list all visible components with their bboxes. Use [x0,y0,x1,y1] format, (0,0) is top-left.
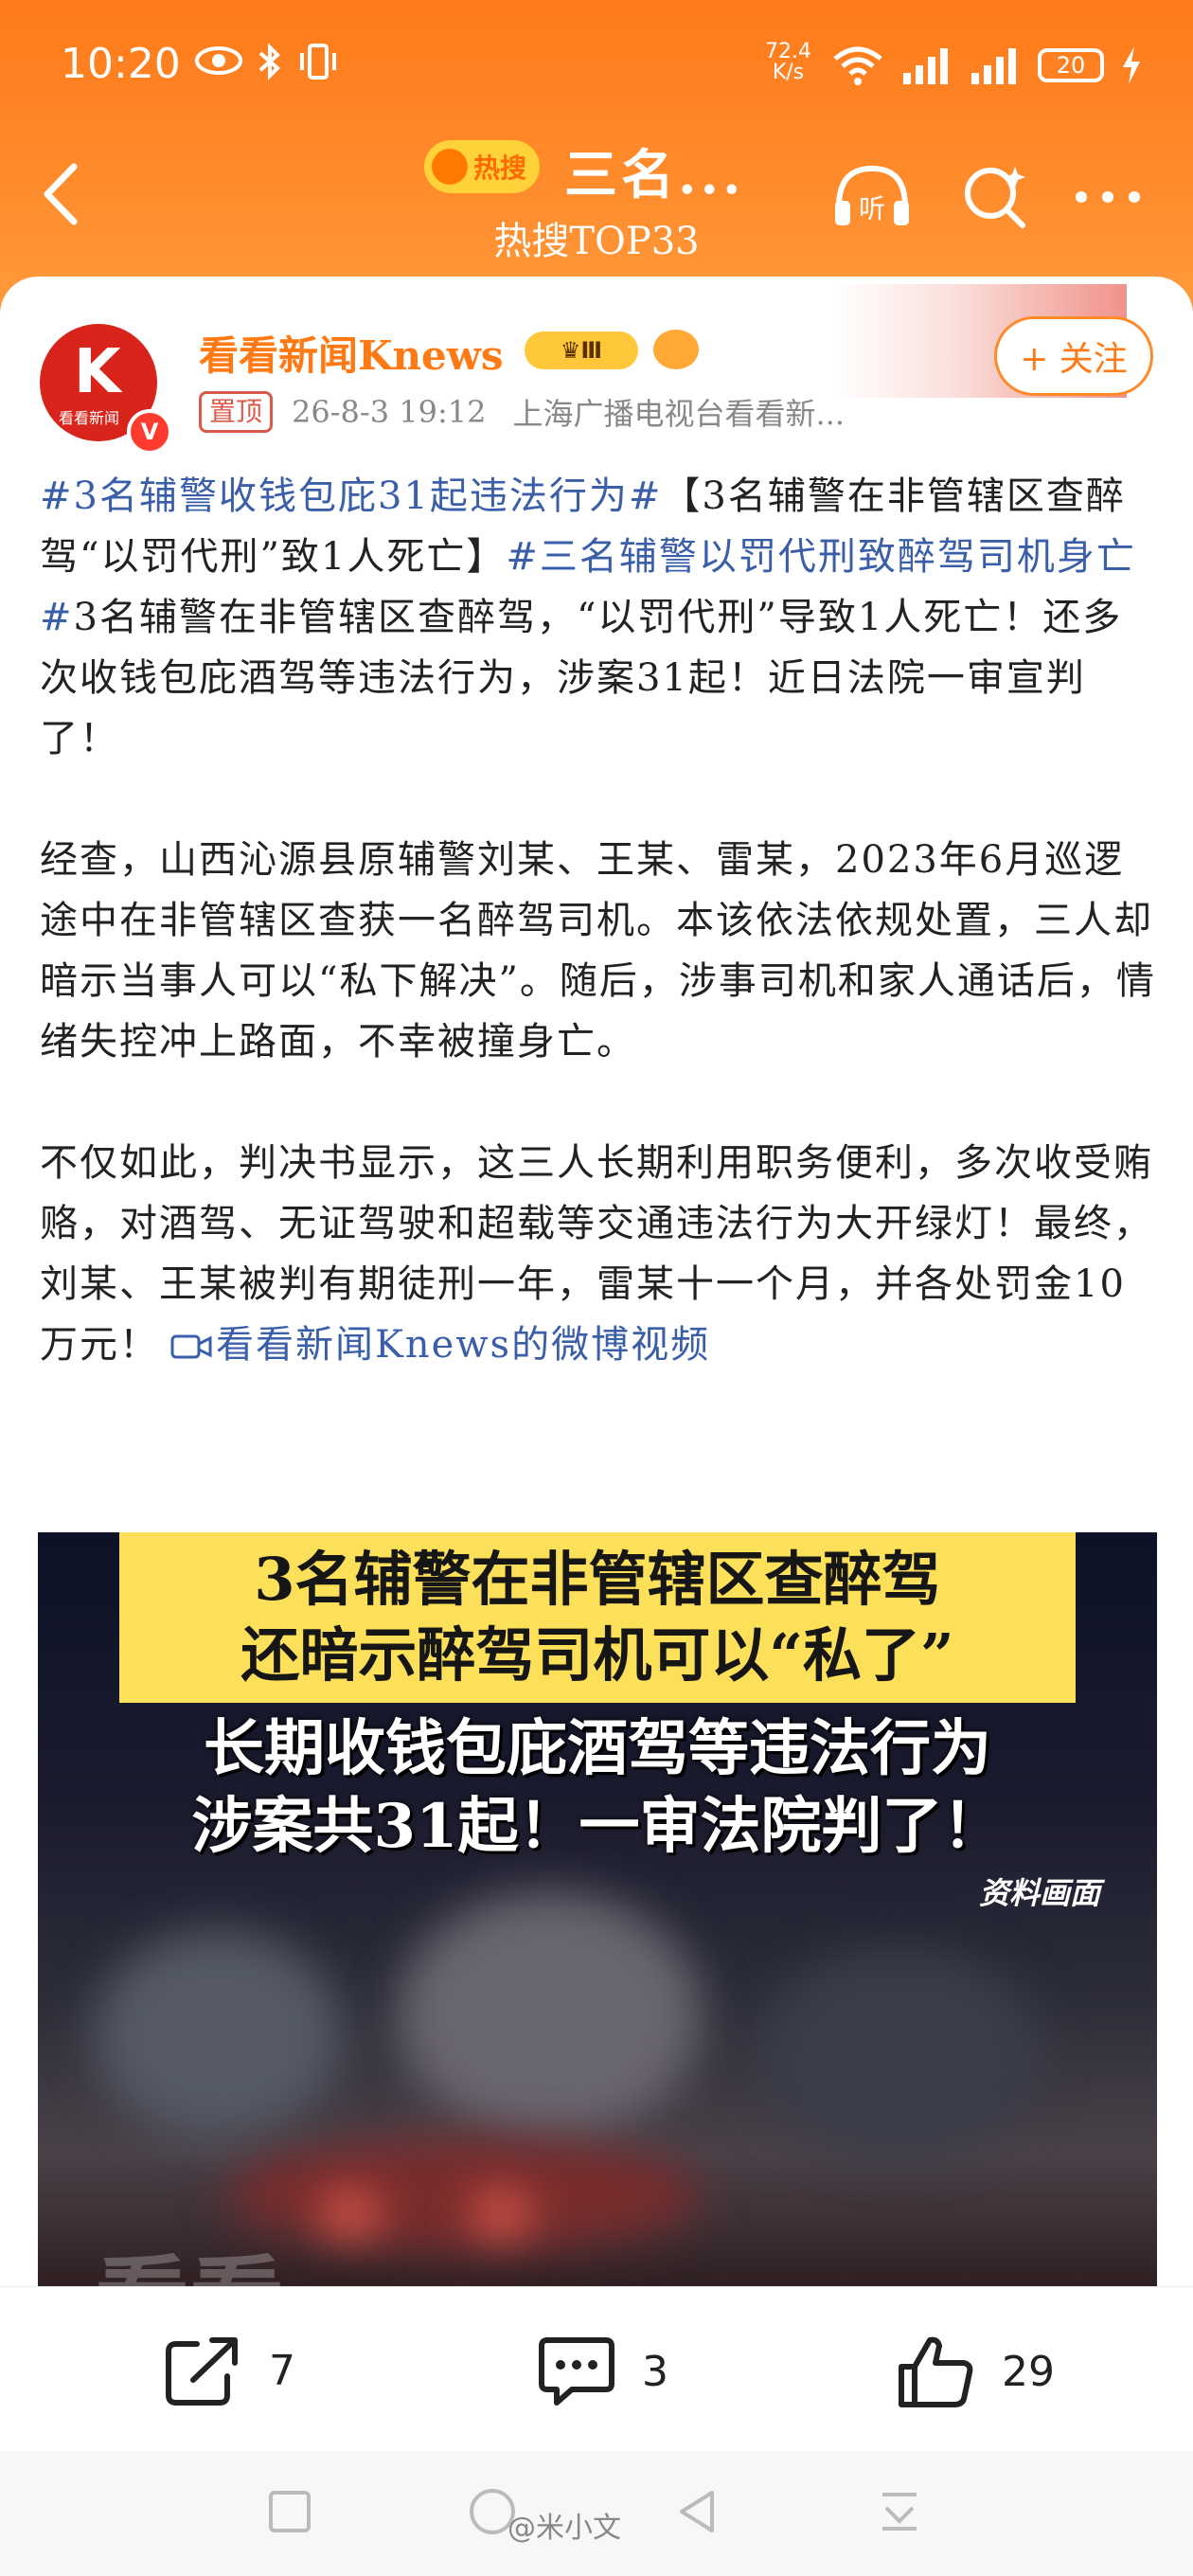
video-thumbnail[interactable]: 3名辅警在非管辖区查醉驾 还暗示醉驾司机可以“私了” 长期收钱包庇酒驾等违法行为… [38,1532,1157,2303]
more-icon[interactable] [1068,159,1148,235]
status-icons [194,42,340,81]
post-card: K 看看新闻 V 看看新闻Knews ♛ Ⅲ + 关注 置顶 26-8-3 19… [0,277,1193,2303]
like-count: 29 [1002,2347,1055,2396]
vibrate-icon [300,44,336,80]
verified-badge: V [127,409,172,455]
pinned-badge: 置顶 [199,391,274,433]
post-source: 上海广播电视台看看新... [512,396,845,432]
video-banner: 3名辅警在非管辖区查醉驾 还暗示醉驾司机可以“私了” [119,1532,1076,1703]
comment-button[interactable]: 3 [536,2333,668,2410]
hot-search-icon [432,149,468,185]
signal-icon [903,48,948,84]
svg-text:听: 听 [859,193,885,224]
action-bar: 7 3 29 [0,2286,1193,2448]
post-date: 26-8-3 19:12 [292,394,487,430]
recent-apps-icon[interactable] [267,2489,312,2534]
crown-level-badge: ♛ Ⅲ [525,331,638,369]
bluetooth-icon [258,43,280,80]
share-icon [166,2337,238,2406]
author-name[interactable]: 看看新闻Knews [199,324,504,382]
video-icon [170,1334,212,1359]
headphone-listen-icon[interactable]: 听 [829,159,915,235]
comment-icon [539,2337,614,2406]
follow-button[interactable]: + 关注 [994,316,1153,396]
video-caption-2: 涉案共31起！一审法院判了！ [191,1791,1004,1862]
thumbs-up-icon [899,2336,973,2407]
network-speed: 72.4 K/s [765,40,811,84]
comment-count: 3 [642,2347,668,2396]
share-button[interactable]: 7 [163,2333,295,2408]
wifi-icon [833,46,882,85]
charging-icon [1123,46,1140,84]
status-right: 20 [831,45,1142,85]
back-nav-icon[interactable] [674,2489,720,2534]
clock: 10:20 [61,40,181,88]
video-link[interactable]: 看看新闻Knews的微博视频 [159,1323,710,1367]
paragraph-3: 不仅如此，判决书显示，这三人长期利用职务便利，多次收受贿赂，对酒驾、无证驾驶和超… [40,1141,1153,1367]
eye-icon [195,46,242,75]
paragraph-1: #3名辅警收钱包庇31起违法行为#【3名辅警在非管辖区查醉驾“以罚代刑”致1人死… [40,474,1136,760]
avatar[interactable]: K 看看新闻 V [40,324,172,455]
page-title: 三名... [564,144,745,206]
search-icon[interactable] [956,159,1032,235]
share-count: 7 [269,2346,295,2395]
signal-icon-2 [971,48,1016,84]
reference-footage-label: 资料画面 [978,1875,1100,1911]
header: 10:20 72.4 K/s 20 热搜 三名... 热搜TOP33 听 [0,0,1193,313]
like-button[interactable]: 29 [896,2333,1055,2410]
post-meta: 置顶 26-8-3 19:12 上海广播电视台看看新... [199,390,845,434]
hot-search-badge: 热搜 [424,140,541,193]
paragraph-2: 经查，山西沁源县原辅警刘某、王某、雷某，2023年6月巡逻途中在非管辖区查获一名… [40,838,1156,1064]
system-nav-bar: @米小文 [0,2451,1193,2576]
nav-row: 热搜 三名... 热搜TOP33 听 [0,123,1193,265]
battery-indicator: 20 [1038,48,1104,82]
weibo-watermark: @米小文 [507,2512,621,2545]
dropdown-nav-icon[interactable] [877,2489,922,2534]
post-body: #3名辅警收钱包庇31起违法行为#【3名辅警在非管辖区查醉驾“以罚代刑”致1人死… [40,466,1157,1436]
fan-badge-icon [653,330,699,369]
video-caption-1: 长期收钱包庇酒驾等违法行为 [204,1713,991,1784]
status-bar: 10:20 72.4 K/s 20 [0,28,1193,104]
topic-tag[interactable]: #3名辅警收钱包庇31起违法行为# [40,474,662,518]
